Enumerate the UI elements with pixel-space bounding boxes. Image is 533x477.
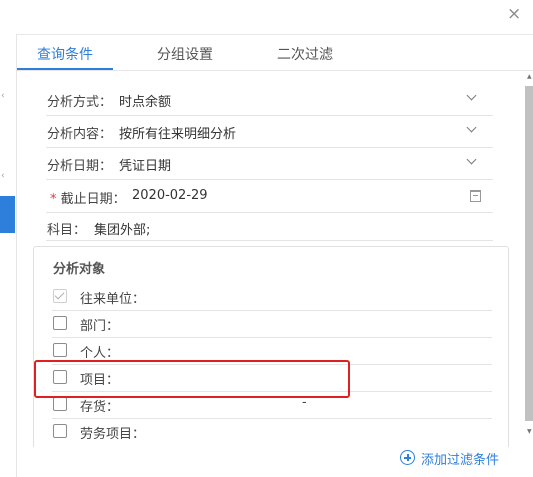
tab-secondary-filter[interactable]: 二次过滤 — [277, 44, 333, 70]
analysis-date-select[interactable]: 分析日期： 凭证日期 — [46, 148, 493, 180]
analysis-date-value: 凭证日期 — [119, 159, 172, 174]
required-mark: * — [50, 192, 57, 207]
subject-underline — [46, 240, 493, 241]
checkbox[interactable] — [53, 316, 67, 330]
analysis-object-item-department[interactable]: 部门： — [52, 310, 492, 338]
end-date-value: 2020-02-29 — [132, 188, 208, 203]
checkbox-checked-disabled[interactable] — [53, 289, 67, 303]
analysis-object-label: 劳务项目： — [80, 427, 146, 442]
highlight-box — [34, 360, 350, 398]
tab-query-conditions[interactable]: 查询条件 — [37, 44, 93, 70]
scrollbar-thumb[interactable] — [525, 86, 533, 421]
analysis-date-label: 分析日期： — [47, 159, 113, 174]
analysis-content-select[interactable]: 分析内容： 按所有往来明细分析 — [46, 116, 493, 148]
analysis-object-title: 分析对象 — [53, 262, 106, 277]
subject-label: 科目： — [47, 223, 87, 238]
chevron-down-icon[interactable] — [466, 122, 477, 133]
subject-value: 集团外部; — [94, 223, 151, 238]
analysis-object-label: 存货： — [80, 400, 120, 415]
scroll-up-arrow-icon[interactable]: ▲ — [527, 73, 532, 80]
scroll-down-arrow-icon[interactable]: ▼ — [527, 428, 532, 435]
chevron-left-icon[interactable]: ‹ — [1, 91, 5, 101]
selected-nav-indicator — [0, 196, 15, 233]
end-date-field[interactable]: * 截止日期： 2020-02-29 — [46, 181, 493, 213]
chevron-down-icon[interactable] — [466, 154, 477, 165]
subject-field[interactable]: 科目： 集团外部; — [46, 212, 493, 243]
header-divider — [16, 34, 533, 35]
tabs-divider — [16, 70, 533, 71]
analysis-object-item-counterparty[interactable]: 往来单位： — [52, 283, 492, 311]
close-icon[interactable]: × — [507, 4, 521, 24]
analysis-method-select[interactable]: 分析方式： 时点余额 — [46, 84, 493, 116]
calendar-icon[interactable] — [470, 190, 481, 202]
analysis-object-label: 个人： — [80, 346, 120, 361]
checkbox[interactable] — [53, 424, 67, 438]
analysis-method-value: 时点余额 — [119, 95, 172, 110]
checkbox[interactable] — [53, 397, 67, 411]
analysis-content-label: 分析内容： — [47, 127, 113, 142]
chevron-down-icon[interactable] — [466, 90, 477, 101]
plus-circle-icon — [400, 450, 415, 465]
checkbox[interactable] — [53, 343, 67, 357]
add-filter-label: 添加过滤条件 — [421, 453, 500, 468]
analysis-content-value: 按所有往来明细分析 — [119, 127, 237, 142]
chevron-left-icon[interactable]: ‹ — [1, 171, 5, 181]
analysis-object-item-labor-project[interactable]: 劳务项目： — [52, 418, 492, 445]
analysis-object-label: 往来单位： — [80, 292, 146, 307]
analysis-object-label: 部门： — [80, 319, 120, 334]
analysis-method-label: 分析方式： — [47, 95, 113, 110]
tab-group-settings[interactable]: 分组设置 — [157, 44, 213, 70]
end-date-label: 截止日期： — [60, 192, 126, 207]
